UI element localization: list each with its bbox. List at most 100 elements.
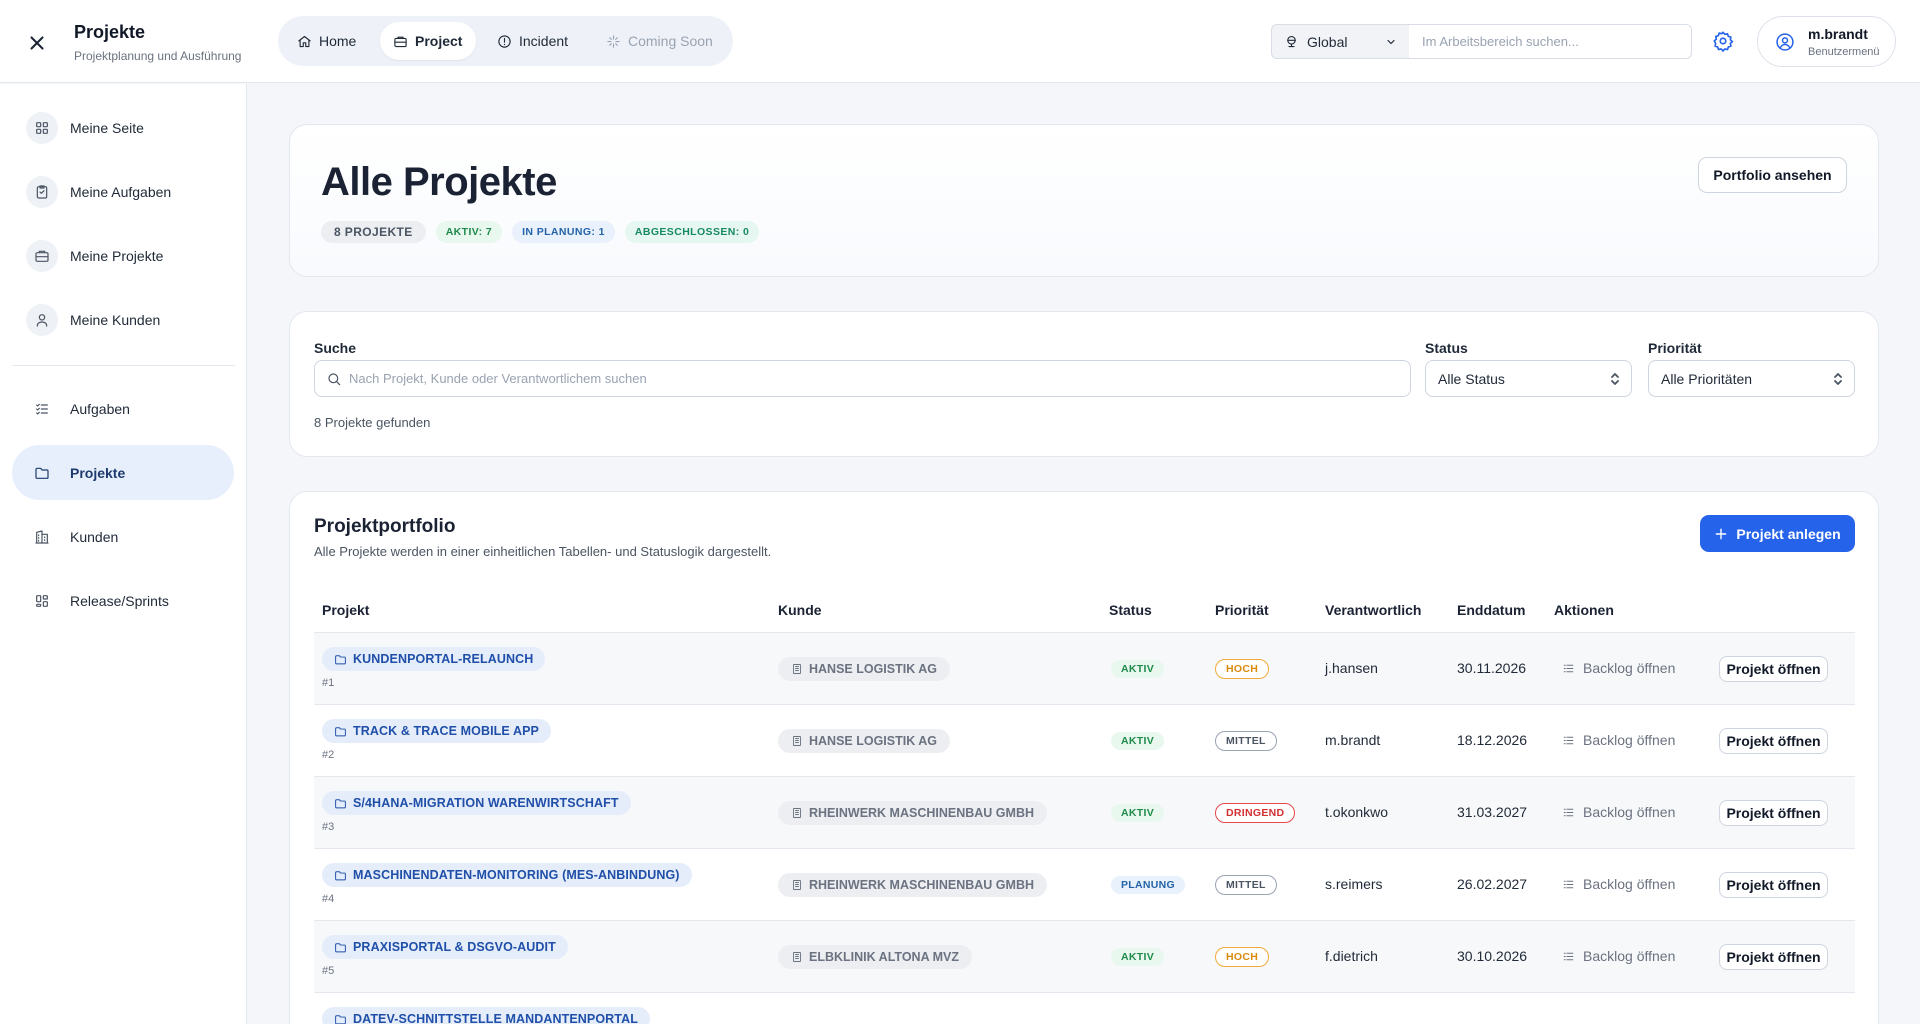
sidebar-item-meine-aufgaben[interactable]: Meine Aufgaben	[12, 164, 234, 219]
app-title: Projekte	[74, 22, 146, 42]
open-project-button[interactable]: Projekt öffnen	[1719, 872, 1828, 898]
customer-chip: HANSE LOGISTIK AG	[778, 729, 951, 753]
dashboard-icon	[26, 111, 58, 144]
building-icon	[791, 807, 803, 819]
end-date: 26.02.2027	[1457, 876, 1528, 892]
sidebar-item-projekte[interactable]: Projekte	[12, 445, 234, 500]
tab-incident[interactable]: Incident	[484, 22, 582, 60]
table-row: PRAXISPORTAL & DSGVO-AUDIT #5 ELBKLINIK AL…	[314, 921, 1855, 993]
view-portfolio-button[interactable]: Portfolio ansehen	[1698, 157, 1847, 193]
project-search-field[interactable]	[314, 360, 1411, 397]
status-badge: PLANUNG	[1111, 876, 1186, 894]
project-number: #3	[322, 821, 335, 833]
sidebar-item-kunden[interactable]: Kunden	[12, 509, 234, 564]
open-backlog-label: Backlog öffnen	[1583, 660, 1676, 676]
tab-project[interactable]: Project	[380, 22, 477, 60]
col-header-prioritaet[interactable]: Priorität	[1215, 602, 1269, 618]
status-badge: AKTIV	[1111, 732, 1164, 750]
scope-select[interactable]: Global	[1271, 24, 1410, 59]
col-header-aktionen: Aktionen	[1554, 602, 1614, 618]
project-name-chip[interactable]: KUNDENPORTAL-RELAUNCH	[322, 647, 546, 671]
sidebar-item-label: Aufgaben	[70, 400, 130, 417]
briefcase-icon	[26, 239, 58, 272]
priority-filter-label: Priorität	[1648, 340, 1702, 356]
list-icon	[1562, 878, 1575, 891]
create-project-button[interactable]: Projekt anlegen	[1700, 515, 1855, 552]
project-name: S/4HANA-MIGRATION WARENWIRTSCHAFT	[353, 796, 619, 810]
priority-filter-select[interactable]: Alle Prioritäten	[1648, 360, 1855, 397]
customer-name: ELBKLINIK ALTONA MVZ	[809, 950, 959, 964]
tab-home[interactable]: Home	[284, 22, 370, 60]
col-header-kunde[interactable]: Kunde	[778, 602, 822, 618]
open-backlog-link[interactable]: Backlog öffnen	[1562, 804, 1675, 820]
end-date: 30.11.2026	[1457, 660, 1527, 676]
globe-icon	[1284, 34, 1307, 49]
project-number: #5	[322, 965, 335, 977]
owner: j.hansen	[1325, 660, 1378, 676]
scope-value: Global	[1307, 33, 1348, 50]
workspace-search-input[interactable]	[1409, 24, 1692, 59]
tab-incident-label: Incident	[519, 33, 569, 49]
col-header-verantwortlich[interactable]: Verantwortlich	[1325, 602, 1421, 618]
building-icon	[791, 735, 803, 747]
status-badge: AKTIV	[1111, 804, 1164, 822]
sidebar-item-meine-seite[interactable]: Meine Seite	[12, 100, 234, 155]
open-project-button[interactable]: Projekt öffnen	[1719, 800, 1828, 826]
sidebar-item-meine-kunden[interactable]: Meine Kunden	[12, 292, 234, 347]
status-badge: AKTIV	[1111, 660, 1164, 678]
sidebar-item-release-sprints[interactable]: Release/Sprints	[12, 573, 234, 628]
summary-badges: 8 PROJEKTE AKTIV: 7 IN PLANUNG: 1 ABGESC…	[321, 221, 760, 243]
folder-icon	[334, 1013, 347, 1024]
table-row: MASCHINENDATEN-MONITORING (MES-ANBINDUNG…	[314, 849, 1855, 921]
col-header-projekt[interactable]: Projekt	[322, 602, 369, 618]
status-filter-select[interactable]: Alle Status	[1425, 360, 1632, 397]
status-badge: AKTIV	[1111, 948, 1164, 966]
portfolio-subtitle: Alle Projekte werden in einer einheitlic…	[314, 544, 772, 559]
project-name-chip[interactable]: MASCHINENDATEN-MONITORING (MES-ANBINDUNG…	[322, 863, 692, 887]
priority-badge: DRINGEND	[1215, 803, 1296, 823]
user-menu-button[interactable]: m.brandt Benutzermenü	[1757, 16, 1896, 67]
user-name: m.brandt	[1808, 26, 1868, 42]
open-project-button[interactable]: Projekt öffnen	[1719, 728, 1828, 754]
open-backlog-link[interactable]: Backlog öffnen	[1562, 660, 1675, 676]
app-subtitle: Projektplanung und Ausführung	[74, 49, 242, 63]
open-project-button[interactable]: Projekt öffnen	[1719, 944, 1828, 970]
sparkle-icon	[606, 34, 621, 49]
sidebar-item-label: Meine Projekte	[70, 247, 164, 264]
col-header-enddatum[interactable]: Enddatum	[1457, 602, 1525, 618]
customer-name: RHEINWERK MASCHINENBAU GMBH	[809, 878, 1034, 892]
project-name-chip[interactable]: S/4HANA-MIGRATION WARENWIRTSCHAFT	[322, 791, 631, 815]
priority-badge: HOCH	[1215, 947, 1270, 967]
open-backlog-label: Backlog öffnen	[1583, 804, 1676, 820]
result-count: 8 Projekte gefunden	[314, 415, 431, 430]
end-date: 18.12.2026	[1457, 732, 1528, 748]
checklist-icon	[26, 393, 58, 425]
create-project-label: Projekt anlegen	[1736, 525, 1841, 542]
end-date: 30.10.2026	[1457, 948, 1528, 964]
open-backlog-link[interactable]: Backlog öffnen	[1562, 732, 1675, 748]
table-row: KUNDENPORTAL-RELAUNCH #1 HANSE LOGISTIK AG…	[314, 633, 1855, 705]
project-name: KUNDENPORTAL-RELAUNCH	[353, 652, 534, 666]
customer-name: HANSE LOGISTIK AG	[809, 734, 938, 748]
settings-gear-icon[interactable]	[1712, 30, 1734, 52]
project-name-chip[interactable]: TRACK & TRACE MOBILE APP	[322, 719, 551, 743]
building-icon	[26, 521, 58, 553]
owner: t.okonkwo	[1325, 804, 1389, 820]
filter-card: Suche Status Alle Status Priorität Alle …	[289, 311, 1879, 457]
user-icon	[26, 303, 58, 336]
project-name-chip[interactable]: DATEV-SCHNITTSTELLE MANDANTENPORTAL	[322, 1007, 650, 1024]
col-header-status[interactable]: Status	[1109, 602, 1152, 618]
status-filter-value: Alle Status	[1438, 370, 1505, 387]
list-icon	[1562, 662, 1575, 675]
open-backlog-link[interactable]: Backlog öffnen	[1562, 948, 1675, 964]
project-name: PRAXISPORTAL & DSGVO-AUDIT	[353, 940, 556, 954]
close-icon[interactable]	[26, 32, 48, 54]
project-search-input[interactable]	[349, 361, 1399, 396]
sidebar: Meine Seite Meine Aufgaben Meine Projekt…	[0, 84, 247, 1024]
sidebar-item-meine-projekte[interactable]: Meine Projekte	[12, 228, 234, 283]
open-backlog-link[interactable]: Backlog öffnen	[1562, 876, 1675, 892]
sidebar-item-label: Kunden	[70, 528, 119, 545]
project-name-chip[interactable]: PRAXISPORTAL & DSGVO-AUDIT	[322, 935, 568, 959]
sidebar-item-aufgaben[interactable]: Aufgaben	[12, 381, 234, 436]
open-project-button[interactable]: Projekt öffnen	[1719, 656, 1828, 682]
